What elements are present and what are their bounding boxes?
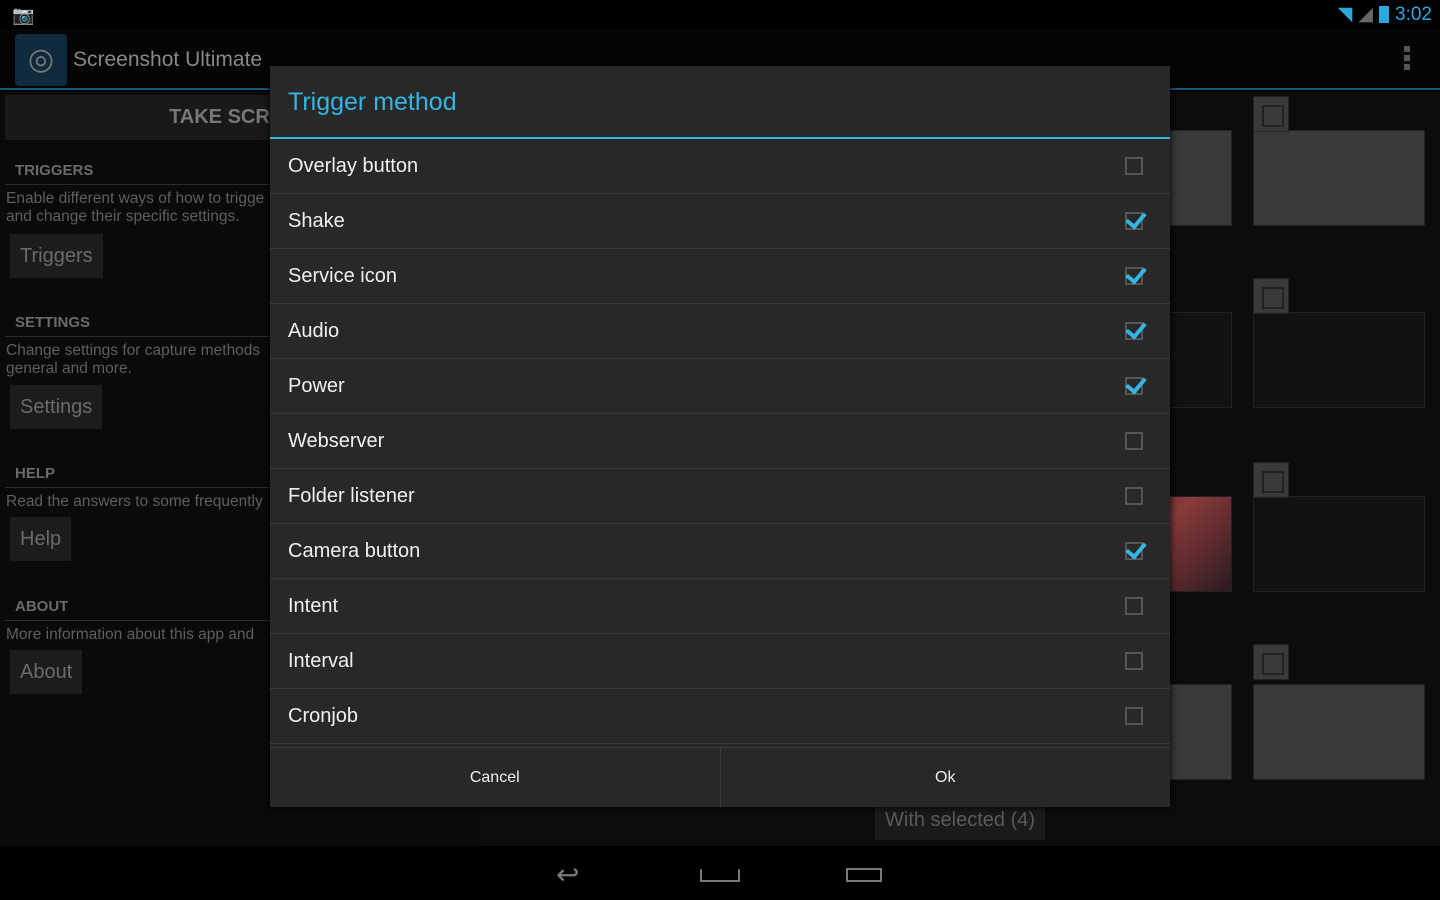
trigger-option[interactable]: Overlay button: [270, 139, 1170, 194]
option-checkbox[interactable]: [1125, 652, 1143, 670]
option-checkbox[interactable]: [1125, 707, 1143, 725]
option-checkbox[interactable]: [1125, 322, 1143, 340]
option-label: Cronjob: [288, 704, 359, 727]
option-checkbox[interactable]: [1125, 432, 1143, 450]
select-checkbox[interactable]: [1253, 462, 1289, 498]
option-checkbox[interactable]: [1125, 267, 1143, 285]
option-checkbox[interactable]: [1125, 157, 1143, 175]
signal-icon: ◢: [1358, 4, 1374, 25]
overflow-menu-icon[interactable]: [1404, 46, 1410, 70]
recent-apps-icon[interactable]: [846, 868, 882, 882]
option-label: Camera button: [288, 539, 421, 562]
home-icon[interactable]: [700, 864, 740, 882]
wifi-icon: ◥: [1337, 4, 1353, 25]
screenshot-thumbnail[interactable]: [1253, 684, 1425, 780]
option-label: Service icon: [288, 264, 397, 287]
section-header: HELP: [15, 465, 56, 482]
option-label: Webserver: [288, 429, 385, 452]
trigger-option[interactable]: Service icon: [270, 249, 1170, 304]
section-header: ABOUT: [15, 598, 69, 615]
triggers-button[interactable]: Triggers: [10, 234, 103, 278]
screenshot-thumbnail[interactable]: [1253, 312, 1425, 408]
about-button[interactable]: About: [10, 650, 83, 694]
option-label: Overlay button: [288, 154, 419, 177]
navigation-bar: ↩: [0, 846, 1440, 900]
trigger-option[interactable]: Shake: [270, 194, 1170, 249]
trigger-option[interactable]: Audio: [270, 304, 1170, 359]
help-button[interactable]: Help: [10, 517, 72, 561]
battery-icon: [1379, 6, 1390, 23]
camera-app-icon[interactable]: ◎: [15, 34, 67, 86]
settings-button[interactable]: Settings: [10, 385, 103, 429]
option-label: Shake: [288, 209, 345, 232]
select-checkbox[interactable]: [1253, 278, 1289, 314]
option-checkbox[interactable]: [1125, 542, 1143, 560]
app-title: Screenshot Ultimate: [73, 48, 263, 71]
screenshot-thumbnail[interactable]: [1253, 496, 1425, 592]
option-checkbox[interactable]: [1125, 487, 1143, 505]
section-header: SETTINGS: [15, 314, 91, 331]
trigger-method-dialog: Trigger method Overlay button Shake Servic…: [270, 66, 1170, 807]
clock: 3:02: [1395, 3, 1432, 25]
trigger-option[interactable]: Intent: [270, 579, 1170, 634]
option-label: Intent: [288, 594, 339, 617]
trigger-option[interactable]: Folder listener: [270, 469, 1170, 524]
select-checkbox[interactable]: [1253, 96, 1289, 132]
ok-button[interactable]: Ok: [719, 748, 1171, 807]
trigger-option[interactable]: Power: [270, 359, 1170, 414]
cancel-button[interactable]: Cancel: [270, 748, 720, 807]
trigger-option[interactable]: Camera button: [270, 524, 1170, 579]
option-label: Power: [288, 374, 345, 397]
trigger-option[interactable]: Interval: [270, 634, 1170, 689]
option-label: Audio: [288, 319, 340, 342]
option-label: Folder listener: [288, 484, 415, 507]
trigger-option[interactable]: Cronjob: [270, 689, 1170, 744]
screenshot-thumbnail[interactable]: [1253, 130, 1425, 226]
option-checkbox[interactable]: [1125, 597, 1143, 615]
trigger-option[interactable]: Webserver: [270, 414, 1170, 469]
option-label: Interval: [288, 649, 354, 672]
select-checkbox[interactable]: [1253, 644, 1289, 680]
screenshot-notification-icon: 📷: [12, 5, 35, 25]
back-icon[interactable]: ↩: [556, 858, 579, 891]
section-header: TRIGGERS: [15, 162, 94, 179]
status-bar: 📷 ◥ ◢ 3:02: [0, 0, 1440, 30]
option-checkbox[interactable]: [1125, 212, 1143, 230]
option-checkbox[interactable]: [1125, 377, 1143, 395]
dialog-title: Trigger method: [270, 66, 1170, 139]
